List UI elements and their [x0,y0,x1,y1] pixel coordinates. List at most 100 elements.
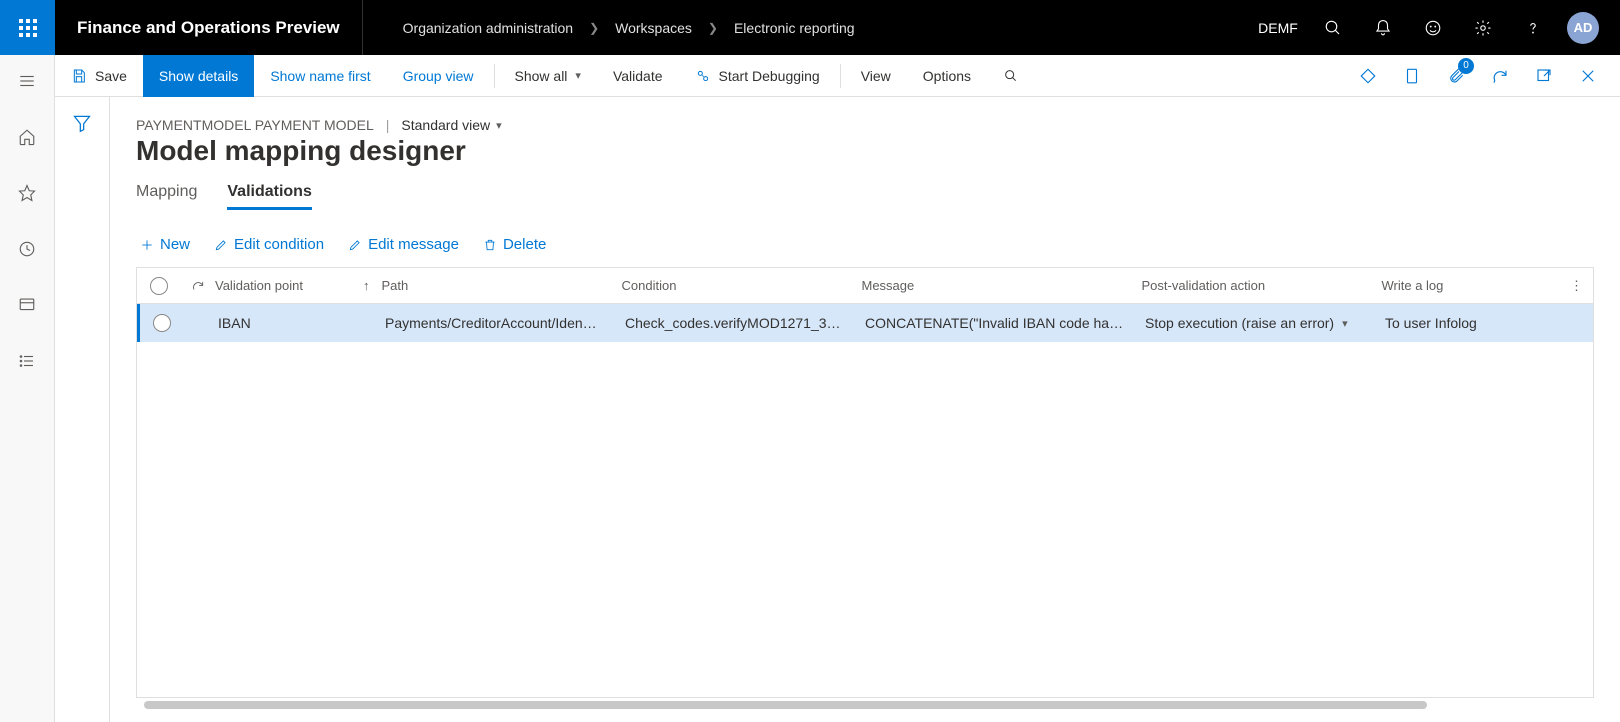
modules-button[interactable] [11,345,43,377]
entity-label[interactable]: DEMF [1258,0,1308,55]
col-post-action[interactable]: Post-validation action [1142,278,1382,293]
col-validation-point[interactable]: Validation point [215,278,363,293]
edit-message-button[interactable]: Edit message [348,236,459,253]
separator [494,64,495,88]
main-area: PAYMENTMODEL PAYMENT MODEL | Standard vi… [55,97,1620,722]
cell-condition: Check_codes.verifyMOD1271_3… [625,315,865,331]
left-rail [0,55,55,722]
select-all-checkbox[interactable] [137,277,181,295]
col-condition[interactable]: Condition [622,278,862,293]
tabs: Mapping Validations [136,183,1594,210]
user-avatar[interactable]: AD [1558,0,1608,55]
home-button[interactable] [11,121,43,153]
separator: | [386,117,390,133]
show-all-label: Show all [515,68,568,84]
refresh-icon [1491,67,1509,85]
delete-button[interactable]: Delete [483,236,546,253]
view-button[interactable]: View [845,55,907,97]
save-button[interactable]: Save [55,55,143,97]
tab-mapping[interactable]: Mapping [136,183,197,210]
avatar: AD [1567,12,1599,44]
save-label: Save [95,68,127,84]
search-button[interactable] [1308,0,1358,55]
grid-actions: New Edit condition Edit message Delete [136,236,1594,253]
pencil-icon [214,238,228,252]
trash-icon [483,238,497,252]
attachments-button[interactable]: 0 [1440,60,1472,92]
settings-button[interactable] [1458,0,1508,55]
app-launcher-button[interactable] [0,0,55,55]
top-nav-bar: Finance and Operations Preview Organizat… [0,0,1620,55]
action-bar: Save Show details Show name first Group … [55,55,1620,97]
validations-grid: Validation point ↑ Path Condition Messag… [136,267,1594,698]
breadcrumb-item[interactable]: Organization administration [403,20,573,36]
app-title: Finance and Operations Preview [55,0,363,55]
chevron-right-icon: ❯ [589,21,599,35]
cell-write-log: To user Infolog [1385,315,1525,331]
model-label: PAYMENTMODEL PAYMENT MODEL [136,117,374,133]
cell-validation-point: IBAN [218,315,366,331]
table-row[interactable]: IBAN ↑ Payments/CreditorAccount/Iden… Ch… [137,304,1593,342]
edit-message-label: Edit message [368,236,459,253]
show-details-button[interactable]: Show details [143,55,254,97]
chevron-down-icon: ▾ [496,119,502,132]
view-dropdown[interactable]: Standard view ▾ [401,117,501,133]
help-button[interactable] [1508,0,1558,55]
action-bar-right: 0 [1352,60,1620,92]
pencil-icon [348,238,362,252]
plus-icon [140,238,154,252]
notifications-button[interactable] [1358,0,1408,55]
recent-button[interactable] [11,233,43,265]
start-debugging-label: Start Debugging [719,68,820,84]
page-icon [1403,67,1421,85]
close-button[interactable] [1572,60,1604,92]
list-icon [18,352,36,370]
chevron-down-icon: ▾ [1342,317,1348,330]
home-icon [18,128,36,146]
start-debugging-button[interactable]: Start Debugging [679,55,836,97]
grid-more-button[interactable]: ⋮ [1522,278,1594,294]
breadcrumb-item[interactable]: Electronic reporting [734,20,855,36]
find-button[interactable] [987,55,1035,97]
options-button[interactable]: Options [907,55,987,97]
expand-nav-button[interactable] [11,65,43,97]
col-message[interactable]: Message [862,278,1142,293]
save-icon [71,68,87,84]
refresh-grid-button[interactable] [181,279,215,293]
sort-asc-icon: ↑ [363,278,382,293]
separator [840,64,841,88]
horizontal-scrollbar[interactable] [136,698,1594,712]
refresh-button[interactable] [1484,60,1516,92]
filter-button[interactable] [72,113,92,136]
show-name-first-button[interactable]: Show name first [254,55,386,97]
diamond-icon [1359,67,1377,85]
page-options-button[interactable] [1396,60,1428,92]
cell-post-action[interactable]: Stop execution (raise an error) ▾ [1145,315,1385,331]
clock-icon [18,240,36,258]
col-write-log[interactable]: Write a log [1382,278,1522,293]
new-label: New [160,236,190,253]
tab-validations[interactable]: Validations [227,183,311,210]
edit-condition-label: Edit condition [234,236,324,253]
group-view-button[interactable]: Group view [387,55,490,97]
workspace-icon [18,296,36,314]
popout-button[interactable] [1528,60,1560,92]
hamburger-icon [18,72,36,90]
scrollbar-thumb[interactable] [144,701,1427,709]
grid-header: Validation point ↑ Path Condition Messag… [137,268,1593,304]
edit-condition-button[interactable]: Edit condition [214,236,324,253]
chevron-right-icon: ❯ [708,21,718,35]
new-button[interactable]: New [140,236,190,253]
feedback-button[interactable] [1408,0,1458,55]
breadcrumb-item[interactable]: Workspaces [615,20,692,36]
row-select[interactable] [140,314,184,332]
workspaces-button[interactable] [11,289,43,321]
star-icon [18,184,36,202]
favorites-button[interactable] [11,177,43,209]
show-all-dropdown[interactable]: Show all ▾ [499,55,597,97]
page-title: Model mapping designer [136,135,1594,167]
validate-button[interactable]: Validate [597,55,679,97]
col-path[interactable]: Path [382,278,622,293]
related-forms-button[interactable] [1352,60,1384,92]
question-icon [1524,19,1542,37]
